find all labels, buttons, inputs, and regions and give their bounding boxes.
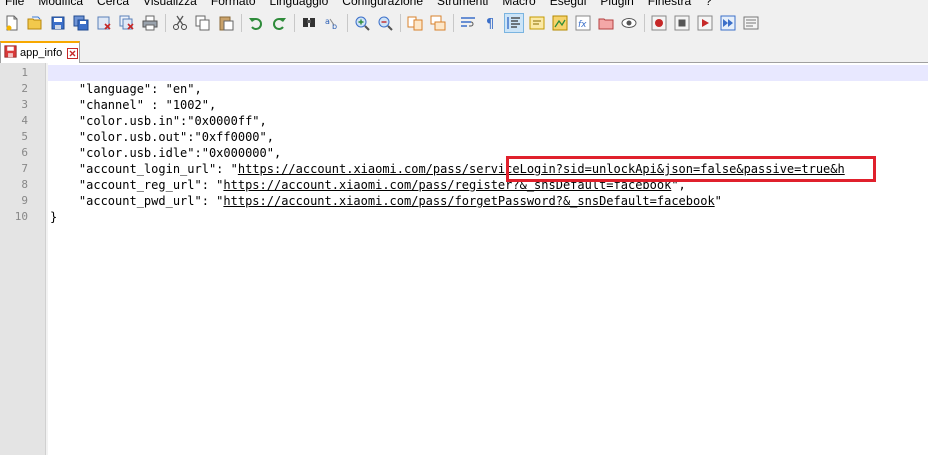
close-icon[interactable]	[94, 13, 114, 33]
line-number: 6	[21, 146, 28, 159]
menu-view[interactable]: Visualizza	[138, 0, 206, 9]
svg-text:fx: fx	[578, 20, 587, 30]
menu-search[interactable]: Cerca	[92, 0, 138, 9]
line-number: 7	[21, 162, 28, 175]
stop-macro-icon[interactable]	[672, 13, 692, 33]
code-line[interactable]: "language": "en",	[50, 81, 202, 97]
code-line[interactable]: "account_pwd_url": "https://account.xiao…	[50, 193, 722, 209]
menu-tools[interactable]: Strumenti	[432, 0, 497, 9]
code-line[interactable]: "color.usb.idle":"0x000000",	[50, 145, 281, 161]
code-line[interactable]: "channel" : "1002",	[50, 97, 216, 113]
menu-help[interactable]: ?	[700, 0, 721, 9]
menu-bar: File Modifica Cerca Visualizza Formato L…	[0, 0, 928, 9]
login-url-link[interactable]: https://account.xiaomi.com/pass/serviceL…	[238, 162, 845, 176]
sync-vertical-icon[interactable]	[405, 13, 425, 33]
save-macro-icon[interactable]	[741, 13, 761, 33]
function-list-icon[interactable]: fx	[573, 13, 593, 33]
svg-text:¶: ¶	[486, 17, 494, 31]
code-line[interactable]: "account_login_url": "https://account.xi…	[50, 161, 845, 177]
paste-icon[interactable]	[216, 13, 236, 33]
toolbar-separator	[644, 14, 645, 32]
line-number: 5	[21, 130, 28, 143]
word-wrap-icon[interactable]	[458, 13, 478, 33]
code-line[interactable]: "account_reg_url": "https://account.xiao…	[50, 177, 686, 193]
indent-guide-icon[interactable]	[504, 13, 524, 33]
code-line[interactable]: }	[50, 209, 57, 225]
tab-bar: app_info	[0, 37, 928, 63]
copy-icon[interactable]	[193, 13, 213, 33]
toolbar-separator	[453, 14, 454, 32]
code-suffix: "	[714, 194, 722, 208]
toolbar-separator	[241, 14, 242, 32]
folder-workspace-icon[interactable]	[596, 13, 616, 33]
menu-file[interactable]: File	[0, 0, 33, 9]
toolbar-separator	[400, 14, 401, 32]
redo-icon[interactable]	[269, 13, 289, 33]
register-url-link[interactable]: https://account.xiaomi.com/pass/register…	[223, 178, 671, 192]
menu-edit[interactable]: Modifica	[33, 0, 92, 9]
show-all-chars-icon[interactable]: ¶	[481, 13, 501, 33]
undo-icon[interactable]	[246, 13, 266, 33]
code-key: "account_reg_url": "	[50, 178, 224, 192]
menu-macro[interactable]: Macro	[497, 0, 544, 9]
code-line[interactable]: "color.usb.out":"0xff0000",	[50, 129, 274, 145]
menu-format[interactable]: Formato	[206, 0, 265, 9]
close-tab-icon[interactable]	[67, 47, 79, 59]
record-macro-icon[interactable]	[649, 13, 669, 33]
play-macro-icon[interactable]	[695, 13, 715, 33]
line-number: 10	[14, 210, 28, 223]
line-number: 3	[21, 98, 28, 111]
run-macro-multiple-icon[interactable]	[718, 13, 738, 33]
code-suffix: ",	[671, 178, 686, 192]
tab-app-info[interactable]: app_info	[0, 41, 80, 63]
doc-map-icon[interactable]	[550, 13, 570, 33]
menu-plugins[interactable]: Plugin	[595, 0, 642, 9]
replace-icon[interactable]: ab	[322, 13, 342, 33]
line-number: 8	[21, 178, 28, 191]
sync-horizontal-icon[interactable]	[428, 13, 448, 33]
open-file-icon[interactable]	[25, 13, 45, 33]
menu-language[interactable]: Linguaggio	[265, 0, 338, 9]
menu-window[interactable]: Finestra	[643, 0, 700, 9]
find-icon[interactable]	[299, 13, 319, 33]
editor[interactable]: 1 2 3 4 5 6 7 8 9 10 "language": "en", "…	[0, 63, 928, 455]
fold-margin	[46, 63, 48, 455]
svg-text:a: a	[325, 17, 330, 26]
print-icon[interactable]	[140, 13, 160, 33]
line-number: 1	[21, 66, 28, 79]
code-key: "account_login_url": "	[50, 162, 238, 176]
toolbar-separator	[165, 14, 166, 32]
zoom-out-icon[interactable]	[375, 13, 395, 33]
line-number: 9	[21, 194, 28, 207]
code-line[interactable]: "color.usb.in":"0x0000ff",	[50, 113, 267, 129]
monitoring-icon[interactable]	[619, 13, 639, 33]
current-line-highlight	[48, 65, 928, 81]
udl-icon[interactable]	[527, 13, 547, 33]
code-key: "account_pwd_url": "	[50, 194, 224, 208]
menu-settings[interactable]: Configurazione	[337, 0, 432, 9]
line-number: 2	[21, 82, 28, 95]
zoom-in-icon[interactable]	[352, 13, 372, 33]
cut-icon[interactable]	[170, 13, 190, 33]
toolbar: ab ¶ fx	[0, 9, 928, 37]
save-icon[interactable]	[48, 13, 68, 33]
tab-label: app_info	[20, 47, 63, 59]
new-file-icon[interactable]	[2, 13, 22, 33]
forget-password-url-link[interactable]: https://account.xiaomi.com/pass/forgetPa…	[223, 194, 714, 208]
line-number: 4	[21, 114, 28, 127]
menu-run[interactable]: Esegui	[545, 0, 596, 9]
save-icon	[4, 45, 17, 61]
toolbar-separator	[347, 14, 348, 32]
toolbar-separator	[294, 14, 295, 32]
save-all-icon[interactable]	[71, 13, 91, 33]
close-all-icon[interactable]	[117, 13, 137, 33]
